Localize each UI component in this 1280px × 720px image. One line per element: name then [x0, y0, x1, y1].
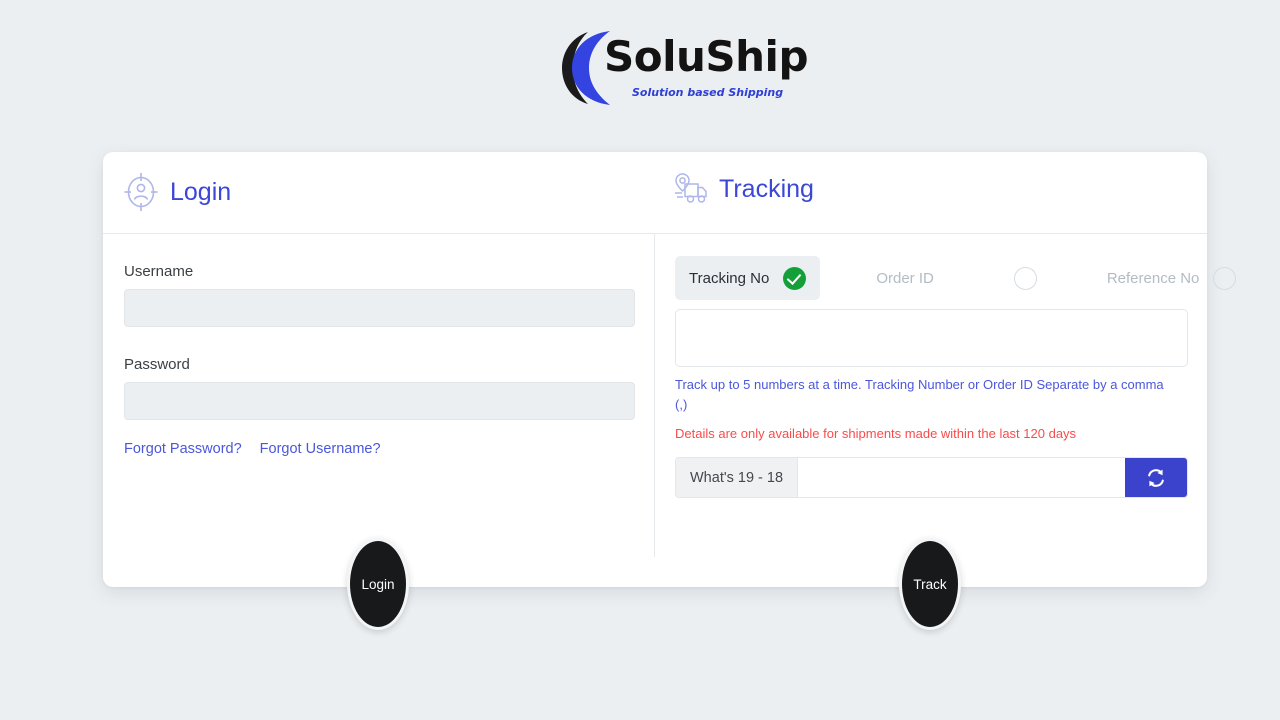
- captcha-answer-input[interactable]: [798, 458, 1125, 498]
- radio-option-order-id[interactable]: Order ID: [862, 256, 1051, 300]
- tracking-warning-text: Details are only available for shipments…: [675, 426, 1077, 442]
- tracking-header: Tracking: [673, 172, 814, 206]
- radio-option-reference-no[interactable]: Reference No: [1093, 256, 1251, 300]
- soluship-logo: SoluShip Solution based Shipping: [540, 22, 809, 114]
- tracking-type-radio-group: Tracking No Order ID Reference No: [675, 256, 1237, 300]
- tracking-hint-text: Track up to 5 numbers at a time. Trackin…: [675, 377, 1164, 413]
- logo-wordmark: SoluShip: [604, 32, 809, 81]
- tracking-panel-title: Tracking: [719, 174, 814, 203]
- radio-option-tracking-no[interactable]: Tracking No: [675, 256, 821, 300]
- radio-label-order-id: Order ID: [876, 269, 934, 287]
- login-submit-button[interactable]: Login: [347, 538, 409, 630]
- password-label: Password: [124, 356, 190, 373]
- password-input[interactable]: [124, 382, 635, 420]
- main-card: Login Tracking Username Password Forgot …: [103, 152, 1237, 587]
- forgot-username-link[interactable]: Forgot Username?: [260, 441, 381, 457]
- refresh-icon: [1148, 468, 1164, 487]
- captcha-refresh-button[interactable]: [1125, 458, 1187, 498]
- username-input[interactable]: [124, 289, 635, 327]
- tracking-panel: Tracking No Order ID Reference No Track …: [675, 234, 1237, 499]
- captcha-group: What's 19 - 18: [675, 457, 1188, 499]
- radio-circle-icon: [1213, 266, 1237, 290]
- tracking-numbers-input[interactable]: [675, 309, 1188, 367]
- card-body: Username Password Forgot Password? Forgo…: [103, 234, 1237, 587]
- card-header: Login Tracking: [103, 152, 1207, 234]
- brand-header: SoluShip Solution based Shipping: [0, 18, 1280, 118]
- login-panel-title: Login: [170, 177, 232, 206]
- check-circle-icon: [783, 266, 807, 290]
- login-panel: Username Password Forgot Password? Forgo…: [124, 234, 636, 457]
- logo-tagline: Solution based Shipping: [632, 86, 784, 99]
- radio-circle-icon: [1013, 266, 1037, 290]
- track-submit-button[interactable]: Track: [899, 538, 961, 630]
- delivery-truck-pin-icon: [675, 173, 707, 203]
- forgot-password-link[interactable]: Forgot Password?: [124, 441, 242, 457]
- username-label: Username: [124, 263, 194, 280]
- captcha-question-label: What's 19 - 18: [676, 458, 799, 498]
- panel-divider: [654, 234, 655, 557]
- radio-label-tracking-no: Tracking No: [689, 269, 770, 287]
- user-target-icon: [124, 173, 158, 211]
- forgot-links: Forgot Password? Forgot Username?: [124, 441, 636, 457]
- radio-label-reference-no: Reference No: [1106, 269, 1200, 287]
- login-header: Login: [124, 172, 231, 212]
